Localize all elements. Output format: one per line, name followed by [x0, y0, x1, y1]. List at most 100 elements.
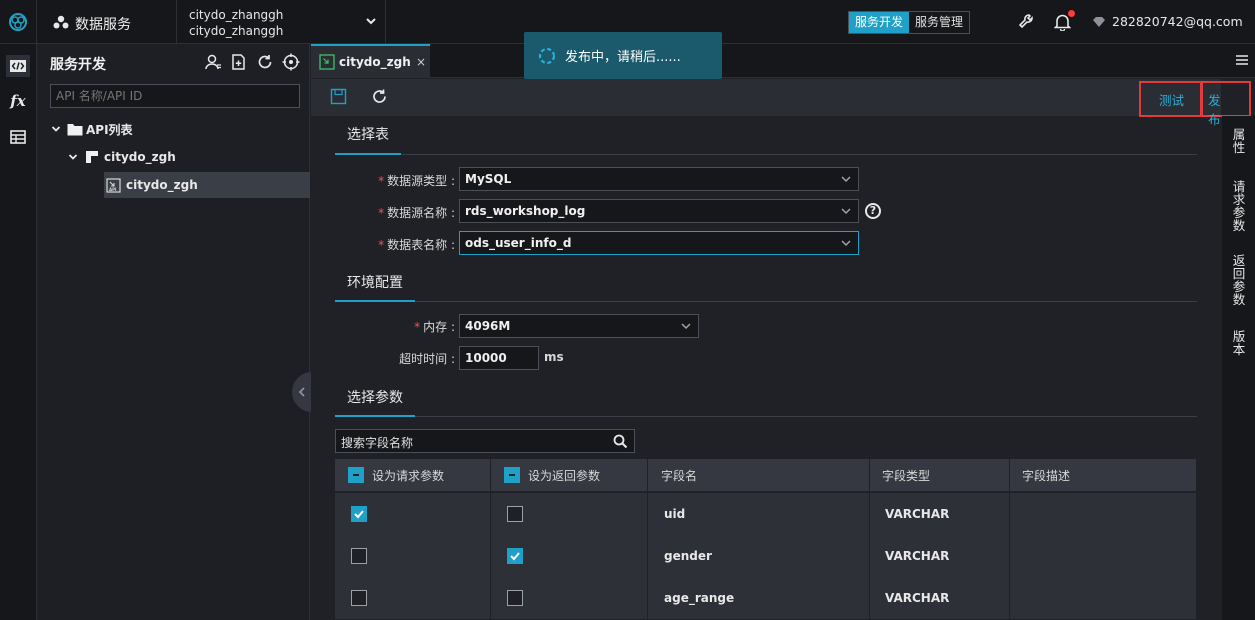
new-file-icon[interactable] — [230, 53, 248, 71]
chevron-left-icon — [298, 387, 305, 397]
section-title-env: 环境配置 — [347, 275, 403, 291]
menu-icon[interactable] — [1235, 54, 1249, 66]
section-underline — [335, 300, 415, 302]
rail-tab-request-params[interactable]: 请求参数 — [1232, 180, 1246, 232]
column-header-field-name: 字段名 — [648, 459, 870, 491]
timeout-label: 超时时间 : — [399, 352, 455, 366]
editor-toolbar: 测试 发布 — [311, 79, 1251, 127]
workspace-selector[interactable]: citydo_zhanggh citydo_zhanggh — [178, 0, 386, 44]
response-param-checkbox[interactable] — [507, 506, 523, 522]
function-icon: fx — [10, 92, 26, 110]
response-param-checkbox[interactable] — [507, 590, 523, 606]
search-icon[interactable] — [613, 434, 628, 449]
table-row: age_range VARCHAR — [335, 577, 1197, 619]
response-cell — [491, 577, 648, 619]
required-mark: * — [378, 174, 385, 188]
chevron-down-icon — [841, 176, 851, 183]
required-mark: * — [378, 238, 385, 252]
tab-api-editor[interactable]: citydo_zgh × — [311, 44, 430, 78]
product-name: 数据服务 — [75, 17, 131, 33]
response-param-checkbox[interactable] — [507, 548, 523, 564]
table-nav[interactable] — [6, 126, 30, 148]
minus-icon — [353, 474, 359, 476]
select-all-request-checkbox[interactable] — [348, 467, 364, 483]
caret-down-icon — [68, 154, 78, 160]
right-panel-rail: 属性 请求参数 返回参数 版本 — [1222, 116, 1255, 620]
response-cell — [491, 535, 648, 577]
column-label: 设为请求参数 — [372, 468, 445, 483]
request-param-checkbox[interactable] — [351, 590, 367, 606]
required-mark: * — [414, 320, 421, 334]
section-underline — [335, 153, 401, 155]
publishing-toast: 发布中，请稍后...... — [524, 32, 722, 79]
timeout-input[interactable]: 10000 — [459, 346, 539, 370]
sidebar-toolbar — [204, 53, 300, 71]
section-title-select-table: 选择表 — [347, 127, 389, 143]
divider — [415, 416, 1197, 417]
locate-icon[interactable] — [282, 53, 300, 71]
required-mark: * — [378, 206, 385, 220]
workspace-name: citydo_zhanggh — [189, 8, 284, 22]
request-param-checkbox[interactable] — [351, 548, 367, 564]
datasource-type-label: * 数据源类型 : — [378, 174, 455, 188]
field-name-cell: uid — [648, 493, 870, 535]
request-cell — [335, 577, 491, 619]
request-param-checkbox[interactable] — [351, 506, 367, 522]
mode-tab-develop[interactable]: 服务开发 — [849, 12, 910, 33]
field-search-input[interactable]: 搜索字段名称 — [335, 429, 635, 453]
mode-switch: 服务开发 服务管理 — [848, 11, 971, 34]
section-title-params: 选择参数 — [347, 390, 403, 406]
select-all-response-checkbox[interactable] — [504, 467, 520, 483]
tab-close-button[interactable]: × — [416, 55, 426, 69]
workspace-display-name: citydo_zhanggh — [189, 24, 284, 38]
caret-down-icon — [51, 126, 61, 132]
table-icon — [10, 130, 26, 144]
params-table: 设为请求参数 设为返回参数 字段名 字段类型 字段描述 uid VARCHAR — [335, 459, 1197, 620]
rail-tab-versions[interactable]: 版本 — [1232, 330, 1246, 356]
product-switcher[interactable]: 数据服务 — [37, 0, 177, 44]
column-header-response[interactable]: 设为返回参数 — [491, 459, 648, 491]
loading-spinner-icon — [538, 47, 556, 64]
refresh-icon[interactable] — [371, 88, 388, 105]
rail-tab-properties[interactable]: 属性 — [1232, 128, 1246, 154]
chevron-down-icon — [841, 208, 851, 215]
check-icon — [354, 510, 364, 519]
datasource-name-label: * 数据源名称 : — [378, 206, 455, 220]
user-menu[interactable]: 282820742@qq.com — [1092, 14, 1243, 29]
app-logo[interactable] — [0, 0, 37, 44]
mode-tab-manage[interactable]: 服务管理 — [909, 12, 969, 33]
datasource-name-select[interactable]: rds_workshop_log — [459, 199, 859, 223]
test-button[interactable]: 测试 — [1159, 90, 1184, 109]
user-filter-icon[interactable] — [204, 53, 222, 71]
wrench-icon[interactable] — [1018, 13, 1035, 30]
memory-select[interactable]: 4096M — [459, 314, 699, 338]
help-icon[interactable]: ? — [865, 203, 881, 219]
service-dev-nav[interactable] — [6, 55, 30, 77]
refresh-icon[interactable] — [256, 53, 274, 71]
field-desc-cell — [1010, 535, 1197, 577]
chevron-down-icon — [681, 323, 691, 330]
field-type-cell: VARCHAR — [870, 535, 1010, 577]
api-search-input[interactable] — [50, 84, 300, 108]
memory-label: * 内存 : — [414, 320, 455, 334]
column-header-request[interactable]: 设为请求参数 — [335, 459, 491, 491]
tree-label: citydo_zgh — [126, 178, 198, 192]
table-name-select[interactable]: ods_user_info_d — [459, 231, 859, 255]
notification-badge — [1068, 10, 1075, 17]
chevron-down-icon — [841, 240, 851, 247]
datasource-type-select[interactable]: MySQL — [459, 167, 859, 191]
folder-icon — [67, 123, 83, 135]
table-row: gender VARCHAR — [335, 535, 1197, 577]
rail-tab-response-params[interactable]: 返回参数 — [1232, 254, 1246, 306]
api-file-icon: API — [106, 177, 121, 193]
tree-node-business[interactable]: citydo_zgh — [67, 144, 176, 170]
save-icon[interactable] — [330, 88, 347, 105]
editor-area: citydo_zgh × 测试 发布 属性 请求参数 返回参数 版本 选择表 *… — [311, 44, 1255, 620]
tree-node-api-list[interactable]: API列表 — [50, 116, 133, 142]
datasource-type-value: MySQL — [465, 172, 512, 186]
data-service-icon — [53, 15, 69, 29]
function-nav[interactable]: fx — [6, 90, 30, 112]
sidebar-title: 服务开发 — [50, 57, 106, 73]
tree-node-api-selected[interactable]: API citydo_zgh — [104, 172, 310, 198]
table-name-value: ods_user_info_d — [465, 236, 572, 250]
